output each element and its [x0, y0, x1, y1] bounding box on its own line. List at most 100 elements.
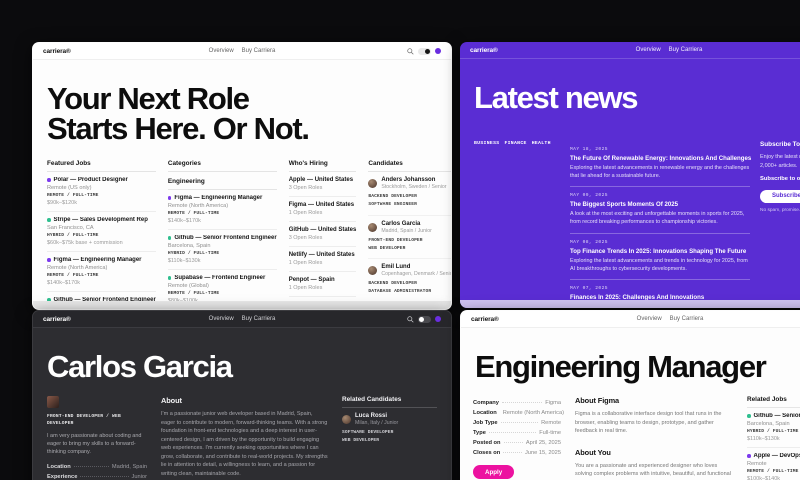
article-date: MAY 07, 2025	[570, 286, 750, 291]
job-location: Remote	[747, 461, 800, 467]
article-title: The Future Of Renewable Energy: Innovati…	[570, 155, 750, 162]
candidate-name: Luca Rossi	[355, 413, 398, 419]
nav-overview[interactable]: Overview	[209, 48, 234, 54]
candidate-name-block: Carlos Garcia Madrid, Spain / Junior	[381, 221, 431, 234]
account-dot[interactable]	[435, 48, 441, 54]
job-item[interactable]: Figma — Engineering Manager Remote (Nort…	[47, 252, 156, 292]
categories-column: Categories Engineering Figma — Engineeri…	[168, 160, 277, 310]
job-salary: $100k–$140k	[747, 476, 800, 480]
job-item[interactable]: Github — Senior Frontend Engineer Barcel…	[168, 230, 277, 270]
logo[interactable]: carriera®	[43, 48, 71, 55]
job-title-row: Figma — Engineering Manager	[47, 257, 156, 263]
candidate-tags: BACKEND DEVELOPER DATABASE ADMINISTRATOR	[368, 280, 452, 297]
nav-buy-carriera[interactable]: Buy Carriera	[670, 316, 704, 322]
candidate-item[interactable]: Emil Lund Copenhagen, Denmark / Senior B…	[368, 259, 452, 303]
job-detail-main: About Figma Figma is a collaborative int…	[575, 396, 733, 480]
nav-buy-carriera[interactable]: Buy Carriera	[242, 48, 276, 54]
status-dot-icon	[168, 276, 172, 280]
about-you-title: About You	[575, 448, 733, 457]
page-title: Latest news	[474, 83, 800, 113]
job-location: Remote (US only)	[47, 185, 156, 191]
logo[interactable]: carriera®	[470, 47, 498, 54]
article-item[interactable]: MAY 09, 2025 The Biggest Sports Moments …	[570, 187, 750, 233]
job-facts-sidebar: Company Figma Location Remote (North Ame…	[473, 396, 561, 480]
article-date: MAY 08, 2025	[570, 240, 750, 245]
hiring-item[interactable]: GitHub — United States 3 Open Roles	[289, 222, 357, 247]
window-news: carriera® Overview Buy Carriera Latest n…	[460, 42, 800, 308]
candidate-item[interactable]: Luca Rossi Milan, Italy / Junior SOFTWAR…	[342, 408, 437, 451]
related-jobs-panel: Related Jobs Github — Senior Frontend En…	[747, 396, 800, 480]
candidate-item[interactable]: Carlos Garcia Madrid, Spain / Junior FRO…	[368, 216, 452, 260]
dotted-leader	[503, 452, 522, 453]
site-header: carriera® Overview Buy Carriera	[33, 43, 451, 60]
candidate-tag: SOFTWARE DEVELOPER	[342, 429, 437, 437]
status-dot-icon	[747, 454, 751, 458]
category-section-label[interactable]: Engineering	[168, 172, 277, 190]
news-tag[interactable]: HEALTH	[532, 141, 551, 308]
theme-toggle[interactable]	[418, 48, 431, 55]
candidate-location: Stockholm, Sweden / Senior	[381, 184, 446, 190]
candidate-tags: FRONT-END DEVELOPER WEB DEVELOPER	[368, 237, 452, 254]
column-header: Who's Hiring	[289, 160, 357, 172]
hiring-item[interactable]: Penpot — Spain 1 Open Roles	[289, 272, 357, 297]
candidate-tags: BACKEND DEVELOPER SOFTWARE ENGINEER	[368, 193, 452, 210]
search-icon[interactable]	[407, 316, 414, 323]
footer-band	[460, 300, 800, 308]
candidate-item[interactable]: Anders Johansson Stockholm, Sweden / Sen…	[368, 172, 452, 216]
subscribe-button[interactable]: Subscribe	[760, 190, 800, 203]
article-item[interactable]: MAY 08, 2025 Top Finance Trends In 2025:…	[570, 234, 750, 280]
logo[interactable]: carriera®	[43, 316, 71, 323]
nav-buy-carriera[interactable]: Buy Carriera	[669, 47, 703, 53]
news-tag[interactable]: BUSINESS	[474, 141, 499, 308]
page-title: Your Next Role Starts Here. Or Not.	[47, 84, 437, 144]
related-candidates-list: Luca Rossi Milan, Italy / Junior SOFTWAR…	[342, 408, 437, 451]
profile-sidebar: FRONT-END DEVELOPER / WEB DEVELOPER I am…	[47, 396, 147, 480]
fact-row: Location Remote (North America)	[473, 410, 561, 416]
job-salary: $110k–$130k	[747, 436, 800, 442]
job-title: Figma — Engineering Manager	[54, 257, 142, 263]
hiring-item[interactable]: Figma — United States 1 Open Roles	[289, 197, 357, 222]
toggle-knob-icon	[425, 49, 430, 54]
candidate-name-block: Luca Rossi Milan, Italy / Junior	[355, 413, 398, 426]
apply-button[interactable]: Apply	[473, 465, 514, 479]
fact-label: Closes on	[473, 450, 500, 456]
hiring-company: GitHub — United States	[289, 227, 357, 233]
nav-overview[interactable]: Overview	[637, 316, 662, 322]
status-dot-icon	[47, 178, 51, 182]
job-detail-layout: Company Figma Location Remote (North Ame…	[461, 396, 800, 480]
candidate-tag: FRONT-END DEVELOPER	[368, 237, 452, 245]
job-item[interactable]: Github — Senior Frontend Engineer Barcel…	[747, 408, 800, 448]
top-nav: Overview Buy Carriera	[209, 316, 276, 322]
hiring-company: Apple — United States	[289, 177, 357, 183]
job-item[interactable]: Stripe — Sales Development Rep San Franc…	[47, 212, 156, 252]
top-nav: Overview Buy Carriera	[637, 316, 704, 322]
candidate-row: Carlos Garcia Madrid, Spain / Junior	[368, 221, 452, 234]
profile-layout: FRONT-END DEVELOPER / WEB DEVELOPER I am…	[33, 396, 451, 480]
fact-value: Figma	[545, 400, 561, 406]
nav-buy-carriera[interactable]: Buy Carriera	[242, 316, 276, 322]
candidate-name-block: Emil Lund Copenhagen, Denmark / Senior	[381, 264, 452, 277]
article-item[interactable]: MAY 18, 2025 The Future Of Renewable Ene…	[570, 141, 750, 187]
job-item[interactable]: Apple — DevOps Engineer Remote REMOTE / …	[747, 448, 800, 480]
job-title-row: Apple — DevOps Engineer	[747, 453, 800, 459]
news-tag[interactable]: FINANCE	[504, 141, 526, 308]
job-item[interactable]: Polar — Product Designer Remote (US only…	[47, 172, 156, 212]
candidates-list: Anders Johansson Stockholm, Sweden / Sen…	[368, 172, 452, 310]
job-title: Github — Senior Frontend Engineer	[754, 413, 800, 419]
candidate-row: Luca Rossi Milan, Italy / Junior	[342, 413, 437, 426]
hiring-item[interactable]: Netlify — United States 1 Open Roles	[289, 247, 357, 272]
theme-toggle[interactable]	[418, 316, 431, 323]
hiring-list: Apple — United States 3 Open Roles Figma…	[289, 172, 357, 310]
nav-overview[interactable]: Overview	[636, 47, 661, 53]
candidate-tags: SOFTWARE DEVELOPER WEB DEVELOPER	[342, 429, 437, 446]
window-job-detail: carriera® Overview Buy Carriera Engineer…	[460, 310, 800, 480]
search-icon[interactable]	[407, 48, 414, 55]
logo[interactable]: carriera®	[471, 316, 499, 323]
column-header: Candidates	[368, 160, 452, 172]
job-item[interactable]: Figma — Engineering Manager Remote (Nort…	[168, 190, 277, 230]
mockup-canvas: carriera® Overview Buy Carriera Your Nex…	[0, 0, 800, 480]
account-dot[interactable]	[435, 316, 441, 322]
hiring-item[interactable]: Apple — United States 3 Open Roles	[289, 172, 357, 197]
nav-overview[interactable]: Overview	[209, 316, 234, 322]
site-header: carriera® Overview Buy Carriera	[461, 311, 800, 328]
